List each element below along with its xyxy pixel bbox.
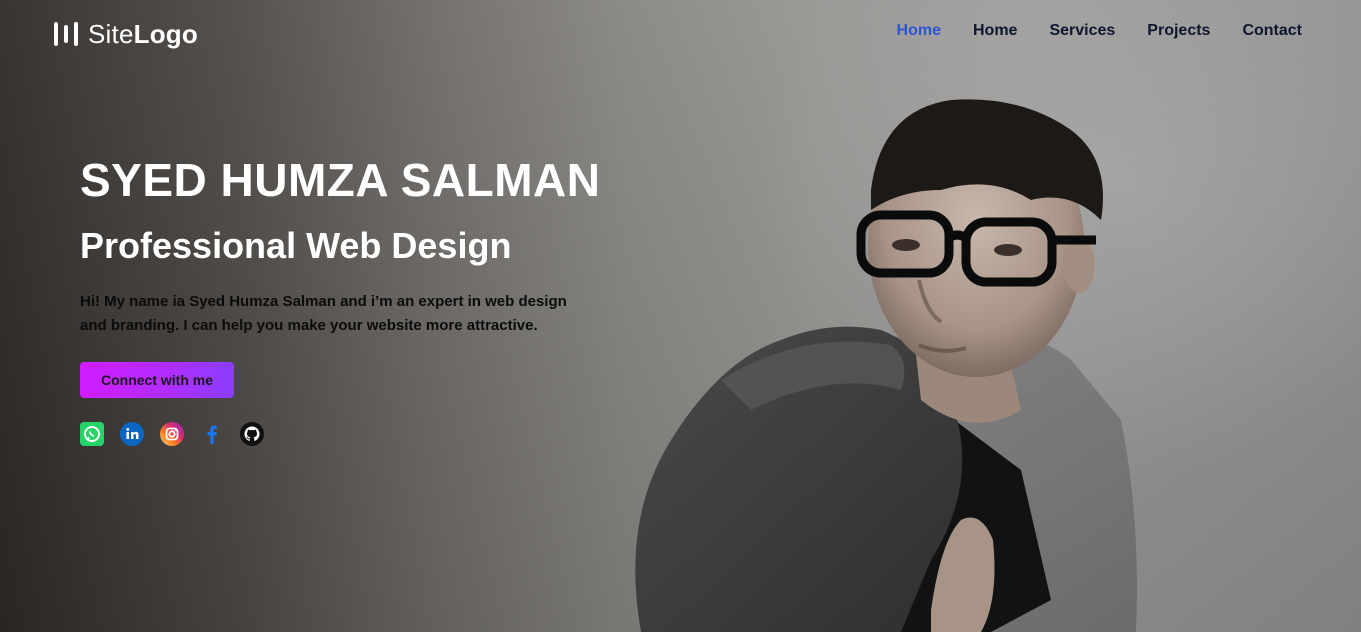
facebook-icon <box>207 425 217 444</box>
instagram-link[interactable] <box>160 422 184 446</box>
logo-mark-icon <box>54 21 78 47</box>
hero-intro: Hi! My name ia Syed Humza Salman and i’m… <box>80 293 567 334</box>
logo-text-light: Site <box>88 18 134 49</box>
connect-button[interactable]: Connect with me <box>80 362 234 398</box>
hero-tagline: Professional Web Design <box>80 225 512 266</box>
hero-name: SYED HUMZA SALMAN <box>80 154 601 206</box>
logo-text: SiteLogo <box>88 19 198 50</box>
hero-portrait-image <box>635 99 1137 632</box>
github-icon <box>240 422 264 446</box>
facebook-link[interactable] <box>200 422 224 446</box>
linkedin-link[interactable] <box>120 422 144 446</box>
hero-section: SYED HUMZA SALMAN Professional Web Desig… <box>80 150 640 446</box>
instagram-icon <box>160 422 184 446</box>
logo-text-bold: Logo <box>133 18 198 49</box>
site-logo[interactable]: SiteLogo <box>54 18 198 50</box>
linkedin-icon <box>120 422 144 446</box>
whatsapp-link[interactable] <box>80 422 104 446</box>
social-links <box>80 422 640 446</box>
whatsapp-icon <box>80 422 104 446</box>
github-link[interactable] <box>240 422 264 446</box>
